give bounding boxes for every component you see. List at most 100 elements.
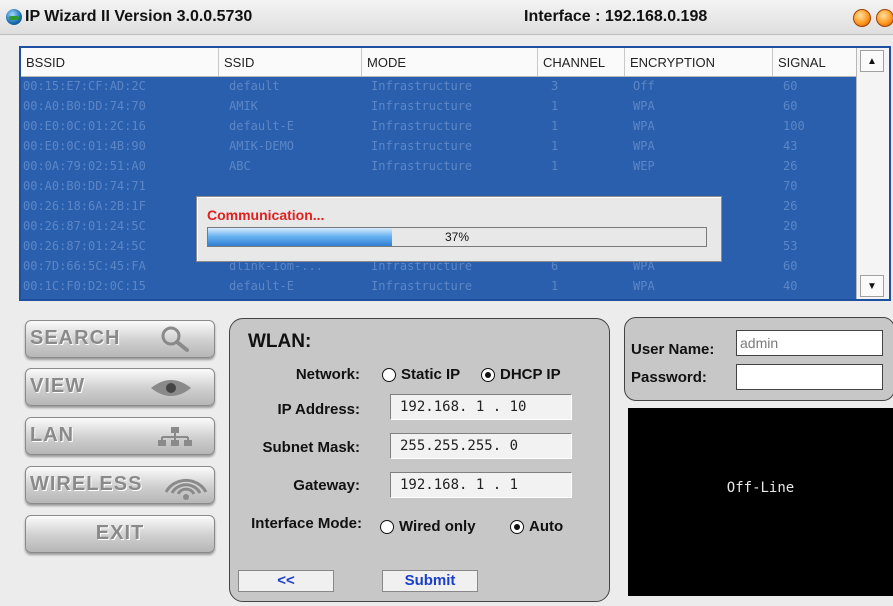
search-button[interactable]: SEARCH — [25, 320, 215, 358]
table-row[interactable]: 00:E0:0C:01:2C:16 default-E Infrastructure… — [21, 117, 857, 137]
table-cell: Infrastructure — [371, 159, 473, 173]
table-row[interactable]: 00:15:E7:CF:AD:2C default Infrastructure 3 O… — [21, 77, 857, 97]
table-cell: WPA — [633, 119, 655, 133]
table-cell: 00:26:18:6A:2B:1F — [23, 199, 146, 213]
exit-button[interactable]: EXIT — [25, 515, 215, 553]
login-panel: User Name: admin Password: — [624, 317, 893, 401]
table-cell: 40 — [783, 279, 798, 293]
ip-address-field[interactable]: 192.168. 1 . 10 — [390, 394, 572, 420]
table-row[interactable]: 00:E0:0C:01:4B:90 AMIK-DEMO Infrastructure… — [21, 137, 857, 157]
gateway-label: Gateway: — [293, 477, 360, 494]
wired-only-radio[interactable] — [380, 520, 394, 534]
password-field[interactable] — [736, 364, 883, 390]
table-row[interactable]: 00:A0:B0:DD:74:71 70 — [21, 177, 857, 197]
table-cell: 26 — [783, 199, 798, 213]
progress-percent: 37% — [444, 230, 470, 244]
table-cell: default-E — [229, 279, 295, 293]
table-row[interactable]: 00:0A:79:02:51:A0 ABC Infrastructure 1 WEP 26 — [21, 157, 857, 177]
scroll-down-button[interactable]: ▼ — [860, 275, 884, 297]
back-button[interactable]: << — [238, 570, 334, 592]
table-cell: default — [229, 79, 280, 93]
table-cell: 26 — [783, 159, 798, 173]
interface-label: Interface : 192.168.0.198 — [524, 8, 708, 25]
table-cell: 60 — [783, 99, 798, 113]
table-cell: 1 — [551, 159, 559, 173]
column-bssid[interactable]: BSSID — [21, 48, 219, 76]
minimize-button[interactable] — [853, 9, 871, 27]
table-cell: Infrastructure — [371, 279, 473, 293]
lan-label: LAN — [30, 424, 75, 446]
table-cell: 00:15:E7:CF:AD:2C — [23, 79, 146, 93]
table-cell: 1 — [551, 279, 559, 293]
table-cell: 53 — [783, 239, 798, 253]
eye-icon — [150, 378, 192, 403]
table-cell: 60 — [783, 79, 798, 93]
auto-radio[interactable] — [510, 520, 524, 534]
column-signal[interactable]: SIGNAL — [773, 48, 861, 76]
column-encryption[interactable]: ENCRYPTION — [625, 48, 773, 76]
status-text: Off-Line — [726, 480, 795, 496]
dhcp-ip-label[interactable]: DHCP IP — [500, 366, 561, 383]
view-label: VIEW — [30, 375, 86, 397]
table-cell: 60 — [783, 259, 798, 273]
table-cell: 20 — [783, 219, 798, 233]
list-header: BSSID SSID MODE CHANNEL ENCRYPTION SIGNA… — [21, 48, 861, 77]
table-cell: Infrastructure — [371, 99, 473, 113]
table-cell: 43 — [783, 139, 798, 153]
username-label: User Name: — [631, 341, 715, 358]
password-label: Password: — [631, 369, 707, 386]
scroll-up-button[interactable]: ▲ — [860, 50, 884, 72]
wireless-label: WIRELESS — [30, 473, 143, 495]
table-cell: 00:E0:0C:01:4B:90 — [23, 139, 146, 153]
table-cell: 00:1C:F0:D2:0C:15 — [23, 279, 146, 293]
table-cell: 1 — [551, 119, 559, 133]
view-button[interactable]: VIEW — [25, 368, 215, 406]
table-cell: Infrastructure — [371, 119, 473, 133]
username-field[interactable]: admin — [736, 330, 883, 356]
wlan-panel: WLAN: Network: Static IP DHCP IP IP Addr… — [229, 318, 610, 602]
progress-bar: 37% — [207, 227, 707, 247]
lan-button[interactable]: LAN — [25, 417, 215, 455]
exit-label: EXIT — [95, 522, 145, 544]
table-cell: default-E — [229, 119, 295, 133]
submit-button[interactable]: Submit — [382, 570, 478, 592]
static-ip-radio[interactable] — [382, 368, 396, 382]
wifi-signal-icon — [164, 472, 208, 505]
ip-address-label: IP Address: — [277, 401, 360, 418]
auto-label[interactable]: Auto — [529, 518, 563, 535]
vertical-scrollbar[interactable]: ▲ ▼ — [856, 48, 889, 299]
table-row[interactable]: 00:1C:F0:D2:0C:15 default-E Infrastructure… — [21, 277, 857, 297]
wireless-button[interactable]: WIRELESS — [25, 466, 215, 504]
wlan-title: WLAN: — [248, 331, 312, 352]
table-cell: WPA — [633, 279, 655, 293]
wired-only-label[interactable]: Wired only — [399, 518, 476, 535]
table-cell: 00:0A:79:02:51:A0 — [23, 159, 146, 173]
column-mode[interactable]: MODE — [362, 48, 538, 76]
table-cell: Infrastructure — [371, 139, 473, 153]
search-label: SEARCH — [30, 327, 121, 349]
table-cell: 00:26:87:01:24:5C — [23, 239, 146, 253]
table-cell: 100 — [783, 119, 805, 133]
bssid-list[interactable]: BSSID SSID MODE CHANNEL ENCRYPTION SIGNA… — [19, 46, 891, 301]
table-row[interactable]: 00:A0:B0:DD:74:70 AMIK Infrastructure 1 WPA 6… — [21, 97, 857, 117]
progress-label: Communication... — [207, 207, 325, 223]
subnet-mask-field[interactable]: 255.255.255. 0 — [390, 433, 572, 459]
table-cell: 00:7D:66:5C:45:FA — [23, 259, 146, 273]
column-ssid[interactable]: SSID — [219, 48, 362, 76]
dhcp-ip-radio[interactable] — [481, 368, 495, 382]
table-cell: 00:A0:B0:DD:74:71 — [23, 179, 146, 193]
static-ip-label[interactable]: Static IP — [401, 366, 460, 383]
gateway-field[interactable]: 192.168. 1 . 1 — [390, 472, 572, 498]
table-cell: 70 — [783, 179, 798, 193]
column-channel[interactable]: CHANNEL — [538, 48, 625, 76]
app-globe-icon — [6, 9, 22, 25]
table-cell: 1 — [551, 139, 559, 153]
close-button[interactable] — [876, 9, 893, 27]
table-cell: WPA — [633, 99, 655, 113]
list-rows[interactable]: 00:15:E7:CF:AD:2C default Infrastructure 3 O… — [21, 77, 857, 299]
table-cell: WEP — [633, 159, 655, 173]
subnet-mask-label: Subnet Mask: — [262, 439, 360, 456]
table-cell: AMIK — [229, 99, 258, 113]
title-bar: IP Wizard II Version 3.0.0.5730 Interfac… — [0, 0, 893, 35]
status-screen: Off-Line — [628, 408, 893, 596]
